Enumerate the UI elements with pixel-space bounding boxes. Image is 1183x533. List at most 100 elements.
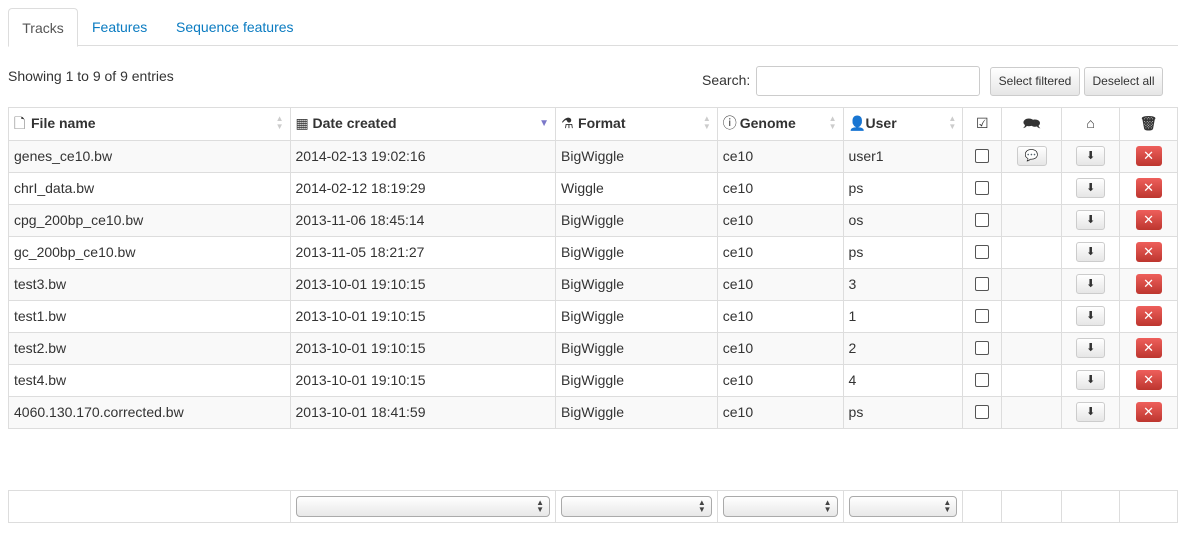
cell-delete: ✕ <box>1119 141 1177 172</box>
cell-download: ⬇ <box>1061 365 1119 396</box>
header-user[interactable]: 👤User ▲ ▼ <box>842 108 963 140</box>
cell-delete: ✕ <box>1119 237 1177 268</box>
table-row[interactable]: test4.bw 2013-10-01 19:10:15 BigWiggle ce10… <box>9 364 1177 396</box>
select-filtered-button[interactable]: Select filtered <box>990 67 1080 96</box>
cell-select <box>962 365 1001 396</box>
download-button[interactable]: ⬇ <box>1076 305 1106 326</box>
cell-delete: ✕ <box>1119 397 1177 428</box>
delete-button[interactable]: ✕ <box>1135 305 1162 326</box>
cell-format: BigWiggle <box>555 141 717 172</box>
filter-genome-select[interactable]: ▲ ▼ <box>722 496 838 517</box>
search-input[interactable] <box>756 66 980 96</box>
download-button[interactable]: ⬇ <box>1076 145 1106 166</box>
remove-icon: ✕ <box>1143 339 1154 355</box>
cell-date-created: 2013-11-06 18:45:14 <box>289 205 556 236</box>
tab-features[interactable]: Features <box>78 8 161 46</box>
calendar-icon: ▦ <box>295 115 309 131</box>
cell-format: BigWiggle <box>555 237 717 268</box>
file-icon: 🗋 <box>14 115 26 131</box>
cell-genome: ce10 <box>716 269 843 300</box>
table-header: 🗋 File name ▲ ▼ ▦ Date created ▼ ⚗ Format ▲ ▼… <box>9 108 1177 140</box>
download-icon: ⬇ <box>1086 245 1096 258</box>
row-checkbox[interactable] <box>975 404 990 419</box>
table-row[interactable]: genes_ce10.bw 2014-02-13 19:02:16 BigWiggl… <box>9 140 1177 172</box>
select-arrows-icon: ▲ ▼ <box>943 498 952 514</box>
cell-select <box>962 173 1001 204</box>
table-row[interactable]: chrI_data.bw 2014-02-12 18:19:29 Wiggle ce1… <box>9 172 1177 204</box>
row-checkbox[interactable] <box>975 276 990 291</box>
row-checkbox[interactable] <box>975 244 990 259</box>
cell-file-name: 4060.130.170.corrected.bw <box>14 404 184 420</box>
cell-date-created: 2013-11-05 18:21:27 <box>289 237 556 268</box>
remove-icon: ✕ <box>1143 179 1154 195</box>
header-file-name[interactable]: 🗋 File name ▲ ▼ <box>9 108 290 140</box>
row-checkbox[interactable] <box>975 372 990 387</box>
cell-file-name: cpg_200bp_ce10.bw <box>14 212 144 228</box>
download-button[interactable]: ⬇ <box>1076 337 1106 358</box>
download-button[interactable]: ⬇ <box>1076 177 1106 198</box>
table-row[interactable]: gc_200bp_ce10.bw 2013-11-05 18:21:27 BigWi… <box>9 236 1177 268</box>
filter-format-select[interactable]: ▲ ▼ <box>561 496 712 517</box>
cell-comment <box>1001 237 1061 268</box>
tab-tracks[interactable]: Tracks <box>8 8 78 47</box>
cell-format: BigWiggle <box>555 205 717 236</box>
cell-comment: 💬 <box>1001 141 1061 172</box>
row-checkbox[interactable] <box>975 340 990 355</box>
row-checkbox[interactable] <box>975 212 990 227</box>
cell-format: BigWiggle <box>555 333 717 364</box>
row-checkbox[interactable] <box>975 148 990 163</box>
remove-icon: ✕ <box>1143 403 1154 419</box>
filter-genome-cell: ▲ ▼ <box>716 491 843 522</box>
remove-icon: ✕ <box>1143 211 1154 227</box>
row-checkbox[interactable] <box>975 308 990 323</box>
table-row[interactable]: cpg_200bp_ce10.bw 2013-11-06 18:45:14 BigW… <box>9 204 1177 236</box>
header-format[interactable]: ⚗ Format ▲ ▼ <box>555 108 717 140</box>
cell-user: ps <box>842 237 963 268</box>
cell-download: ⬇ <box>1061 301 1119 332</box>
sort-both-icon: ▲ ▼ <box>828 114 837 131</box>
filter-row: ▲ ▼ ▲ ▼ ▲ ▼ ▲ ▼ <box>8 490 1178 523</box>
download-button[interactable]: ⬇ <box>1076 369 1106 390</box>
info-icon: ⓘ <box>722 115 737 131</box>
header-file-name-label: File name <box>31 115 96 131</box>
sort-both-icon: ▲ ▼ <box>702 114 711 131</box>
table-row[interactable]: test2.bw 2013-10-01 19:10:15 BigWiggle ce10… <box>9 332 1177 364</box>
cell-delete: ✕ <box>1119 205 1177 236</box>
header-genome[interactable]: ⓘ Genome ▲ ▼ <box>716 108 843 140</box>
header-date-created[interactable]: ▦ Date created ▼ <box>289 108 556 140</box>
cell-user: ps <box>842 397 963 428</box>
flask-icon: ⚗ <box>561 115 574 131</box>
cell-genome: ce10 <box>716 237 843 268</box>
header-select[interactable]: ☑ <box>962 108 1001 140</box>
filter-empty-cell <box>962 491 1001 522</box>
delete-button[interactable]: ✕ <box>1135 145 1162 166</box>
delete-button[interactable]: ✕ <box>1135 273 1162 294</box>
cell-select <box>962 141 1001 172</box>
search-label: Search: <box>702 72 751 88</box>
filter-date-select[interactable]: ▲ ▼ <box>295 496 551 517</box>
cell-delete: ✕ <box>1119 301 1177 332</box>
delete-button[interactable]: ✕ <box>1135 177 1162 198</box>
delete-button[interactable]: ✕ <box>1135 241 1162 262</box>
download-button[interactable]: ⬇ <box>1076 273 1106 294</box>
delete-button[interactable]: ✕ <box>1135 401 1162 422</box>
row-checkbox[interactable] <box>975 180 990 195</box>
download-button[interactable]: ⬇ <box>1076 209 1106 230</box>
filter-user-select[interactable]: ▲ ▼ <box>848 496 958 517</box>
header-download: ⌂ <box>1061 108 1119 140</box>
download-button[interactable]: ⬇ <box>1076 241 1106 262</box>
table-row[interactable]: 4060.130.170.corrected.bw 2013-10-01 18:4… <box>9 396 1177 428</box>
comment-button[interactable]: 💬 <box>1016 145 1047 166</box>
sort-both-icon: ▲ ▼ <box>948 114 957 131</box>
tab-sequence-features[interactable]: Sequence features <box>162 8 308 46</box>
table-row[interactable]: test1.bw 2013-10-01 19:10:15 BigWiggle ce10… <box>9 300 1177 332</box>
delete-button[interactable]: ✕ <box>1135 369 1162 390</box>
delete-button[interactable]: ✕ <box>1135 209 1162 230</box>
table-row[interactable]: test3.bw 2013-10-01 19:10:15 BigWiggle ce10… <box>9 268 1177 300</box>
remove-icon: ✕ <box>1143 243 1154 259</box>
delete-button[interactable]: ✕ <box>1135 337 1162 358</box>
download-icon: ⬇ <box>1086 309 1096 322</box>
download-button[interactable]: ⬇ <box>1076 401 1106 422</box>
header-genome-label: Genome <box>739 115 796 131</box>
deselect-all-button[interactable]: Deselect all <box>1084 67 1163 96</box>
